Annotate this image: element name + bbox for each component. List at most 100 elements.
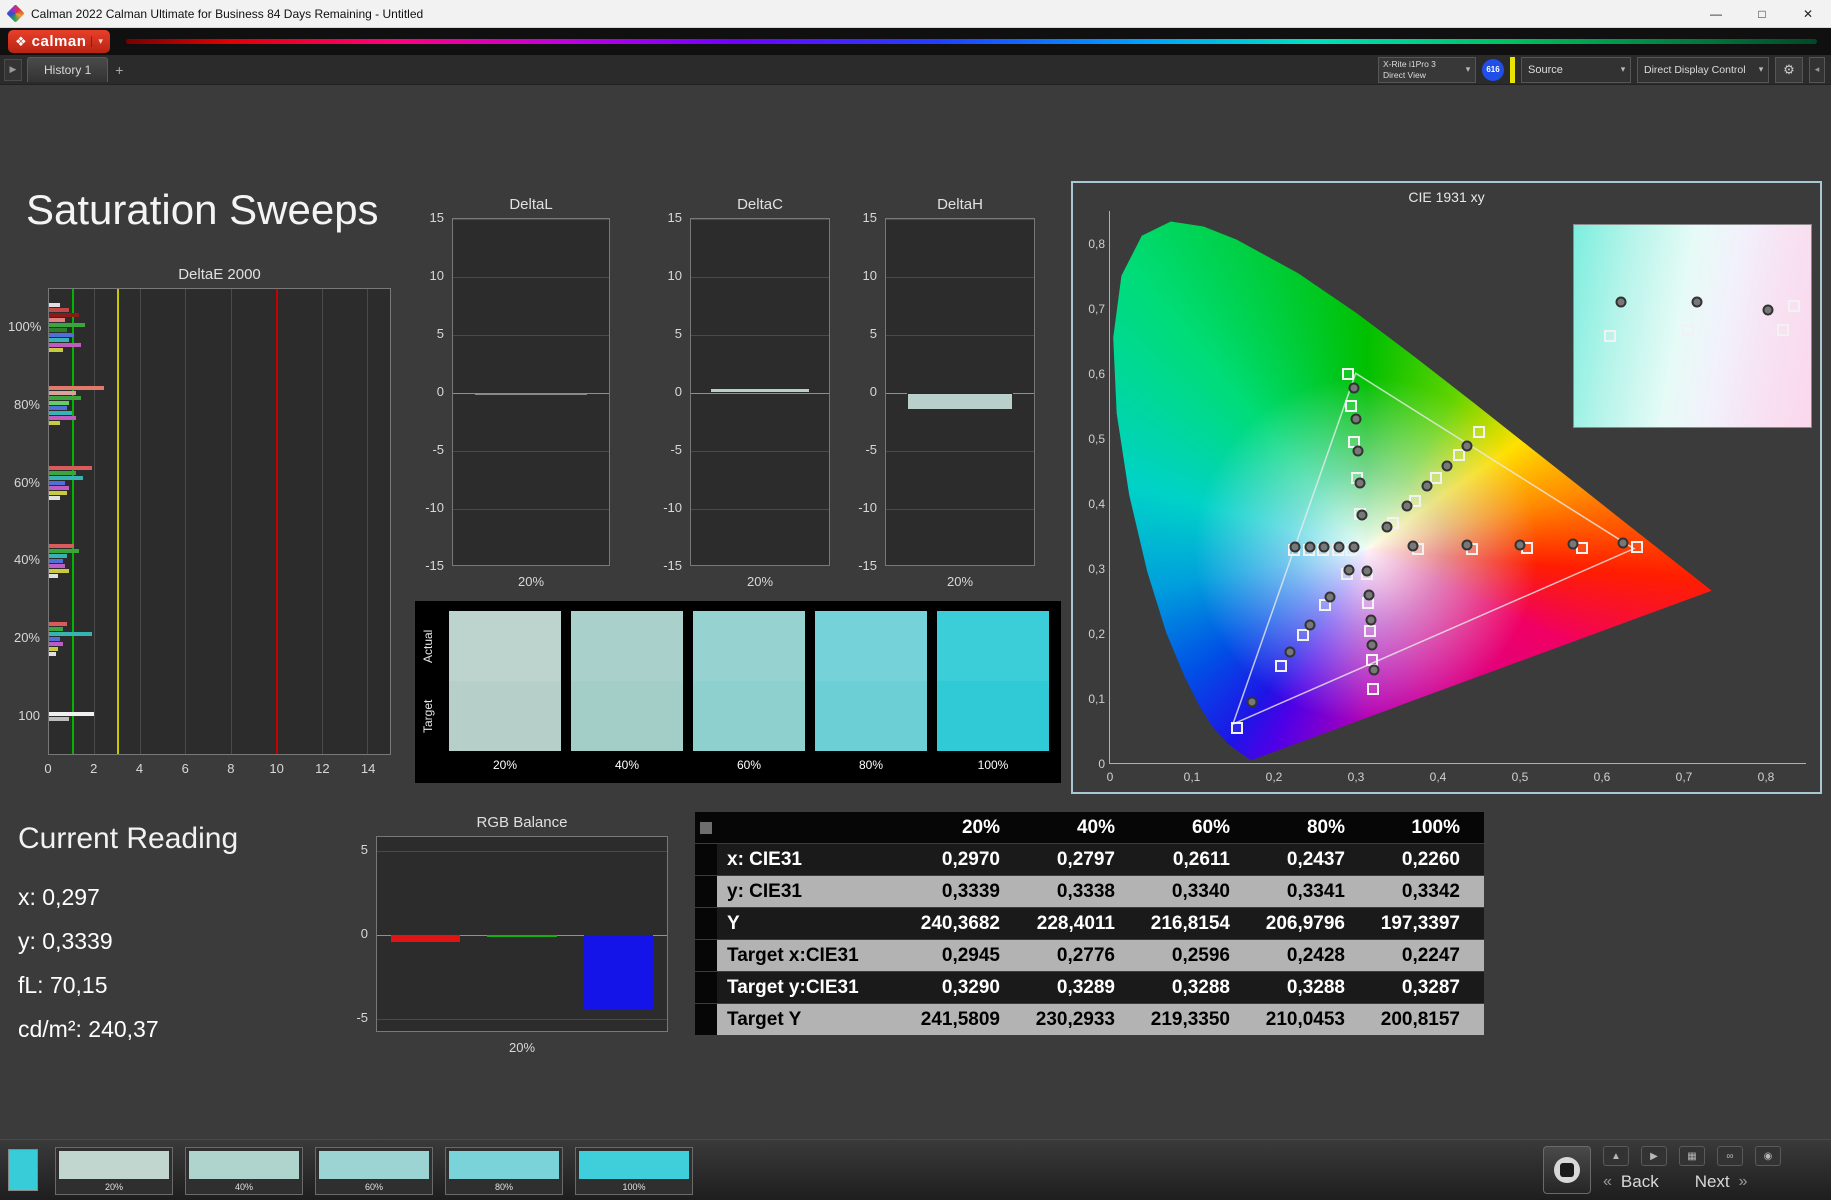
table-cell: 206,9796 xyxy=(1254,908,1369,939)
table-row: Y 240,3682 228,4011 216,8154 206,9796 197,339… xyxy=(695,908,1487,940)
gridline xyxy=(321,289,323,754)
deltae-bar xyxy=(49,400,70,405)
axis-label: 20% xyxy=(508,1040,536,1055)
play-button[interactable]: ▶ xyxy=(1641,1146,1667,1166)
close-button[interactable]: ✕ xyxy=(1785,0,1831,27)
maximize-button[interactable]: □ xyxy=(1739,0,1785,27)
deltal-chart: DeltaL 15 10 5 0 -5 -10 -15 20% xyxy=(420,196,650,616)
table-header-cell: 40% xyxy=(1024,812,1139,843)
pattern-window-button[interactable] xyxy=(1543,1146,1591,1194)
deltae-bar xyxy=(49,496,61,501)
panel-collapse-button[interactable]: ▶ xyxy=(4,58,22,81)
chart-bar xyxy=(710,388,810,393)
deltae-bar xyxy=(49,385,104,390)
pattern-button-40%[interactable]: 40% xyxy=(185,1147,303,1195)
table-row-strip xyxy=(695,908,717,939)
axis-label: -15 xyxy=(663,558,682,573)
meter-line1: X-Rite i1Pro 3 xyxy=(1383,58,1436,69)
pattern-button-20%[interactable]: 20% xyxy=(55,1147,173,1195)
table-header-label xyxy=(717,812,909,843)
table-cell: 241,5809 xyxy=(909,1004,1024,1035)
table-cell: 240,3682 xyxy=(909,908,1024,939)
pattern-button-60%[interactable]: 60% xyxy=(315,1147,433,1195)
target-swatch xyxy=(571,681,683,751)
display-control-selector[interactable]: Direct Display Control ▾ xyxy=(1637,56,1769,83)
meter-selector[interactable]: X-Rite i1Pro 3 Direct View ▾ xyxy=(1378,56,1476,83)
axis-label: 0 xyxy=(44,761,52,776)
table-row: x: CIE31 0,2970 0,2797 0,2611 0,2437 0,2260 xyxy=(695,844,1487,876)
pattern-list-button[interactable]: ▦ xyxy=(1679,1146,1705,1166)
target-point xyxy=(1296,629,1309,642)
chevron-down-icon: ▾ xyxy=(1758,64,1764,74)
gridline xyxy=(886,277,1034,278)
axis-label: 8 xyxy=(227,761,235,776)
meter-name: X-Rite i1Pro 3 Direct View xyxy=(1379,59,1461,80)
deltae-bar xyxy=(49,712,95,717)
tab-history-1[interactable]: History 1 xyxy=(27,57,109,82)
gridline xyxy=(691,393,829,394)
settings-button[interactable]: ⚙ xyxy=(1775,56,1803,83)
inset-points xyxy=(1574,225,1811,427)
table-cell: 0,2945 xyxy=(909,940,1024,971)
next-chevron-icon[interactable]: » xyxy=(1739,1173,1748,1191)
gridline xyxy=(453,451,609,452)
measured-point xyxy=(1401,500,1413,512)
cie-panel: CIE 1931 xy 0 0,1 0,2 0,3 0,4 0,5 0,6 0,7 0,8 0 0,… xyxy=(1071,181,1822,794)
eject-button[interactable]: ▲ xyxy=(1603,1146,1629,1166)
pattern-label: 60% xyxy=(364,1182,383,1192)
actual-row-label: Actual xyxy=(421,629,435,663)
table-cell: 228,4011 xyxy=(1024,908,1139,939)
deltah-chart: DeltaH 15 10 5 0 -5 -10 -15 20% xyxy=(853,196,1075,616)
measured-point xyxy=(1343,564,1355,576)
table-cell: 0,3342 xyxy=(1369,876,1484,907)
brand-bar: ❖ calman ▾ xyxy=(0,28,1831,55)
axis-label: -10 xyxy=(858,500,877,515)
target-point xyxy=(1345,400,1358,413)
chevron-down-icon: ▾ xyxy=(1465,64,1471,74)
axis-label: -15 xyxy=(858,558,877,573)
back-button[interactable]: Back xyxy=(1621,1172,1659,1192)
axis-label: 0,7 xyxy=(1675,770,1693,784)
table-corner xyxy=(695,812,717,843)
tab-toolbar: ▶ History 1 + X-Rite i1Pro 3 Direct View… xyxy=(0,55,1831,85)
table-row: Target y:CIE31 0,3290 0,3289 0,3288 0,3288 0,… xyxy=(695,972,1487,1004)
plus-icon: + xyxy=(115,61,124,78)
gridline xyxy=(453,335,609,336)
target-button[interactable]: ◉ xyxy=(1755,1146,1781,1166)
next-button[interactable]: Next xyxy=(1695,1172,1730,1192)
pattern-label: 80% xyxy=(494,1182,513,1192)
source-label: Source xyxy=(1528,63,1563,76)
axis-label: 5 xyxy=(869,326,877,341)
current-pattern-thumbnail[interactable] xyxy=(8,1149,38,1191)
chevron-right-icon: ▶ xyxy=(9,64,17,74)
gridline xyxy=(94,289,96,754)
axis-label: 20% xyxy=(746,574,774,589)
transport-controls: ▲ ▶ ▦ ∞ ◉ « Back Next » xyxy=(1543,1144,1823,1198)
back-chevron-icon[interactable]: « xyxy=(1603,1173,1612,1191)
table-corner-handle xyxy=(700,821,712,834)
deltae-bar xyxy=(49,317,65,322)
deltae-plot-area xyxy=(48,288,391,755)
pattern-button-80%[interactable]: 80% xyxy=(445,1147,563,1195)
meter-status-badge: 616 xyxy=(1482,58,1504,81)
glasses-button[interactable]: ∞ xyxy=(1717,1146,1743,1166)
table-row-label: Y xyxy=(717,908,909,939)
collapse-toolbar-button[interactable]: ◂ xyxy=(1809,56,1825,83)
target-point xyxy=(1603,330,1616,343)
actual-swatch xyxy=(693,611,805,681)
axis-label: 5 xyxy=(674,326,682,341)
measured-point xyxy=(1289,541,1301,553)
deltae-bar xyxy=(49,302,61,307)
add-tab-button[interactable]: + xyxy=(108,59,130,81)
gear-icon: ⚙ xyxy=(1783,61,1795,77)
source-selector[interactable]: Source ▾ xyxy=(1521,56,1631,83)
rgb-plot-area xyxy=(376,836,668,1032)
axis-label: 100 xyxy=(18,708,40,724)
minimize-button[interactable]: — xyxy=(1693,0,1739,27)
deltae-bar xyxy=(49,322,86,327)
display-icon xyxy=(1554,1157,1580,1183)
axis-label: 0,3 xyxy=(1347,770,1365,784)
target-point xyxy=(1367,682,1380,695)
pattern-button-100%[interactable]: 100% xyxy=(575,1147,693,1195)
calman-logo-button[interactable]: ❖ calman ▾ xyxy=(8,30,110,53)
